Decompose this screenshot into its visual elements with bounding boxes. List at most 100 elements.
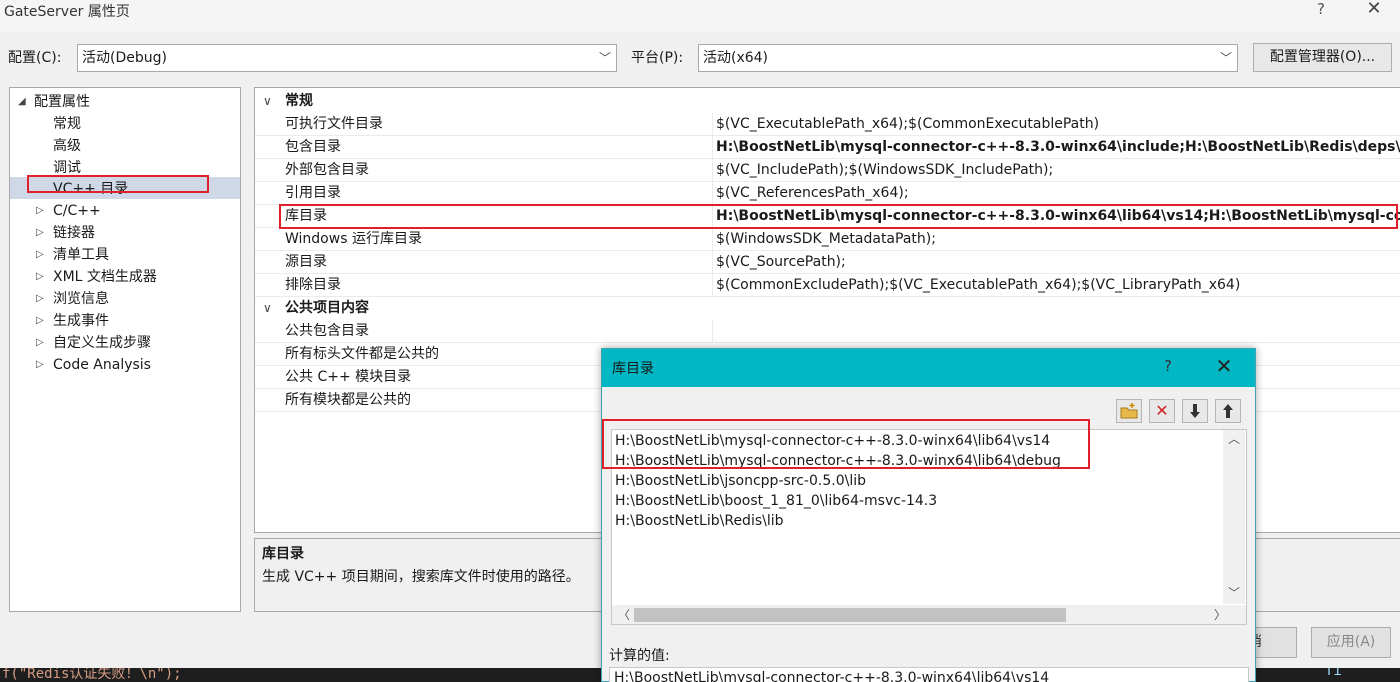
property-value[interactable]: H:\BoostNetLib\mysql-connector-c++-8.3.0… xyxy=(716,136,1400,158)
tree-item-linker[interactable]: 链接器 xyxy=(53,222,95,244)
list-item[interactable]: H:\BoostNetLib\mysql-connector-c++-8.3.0… xyxy=(615,431,1050,451)
tree-item-code-analysis[interactable]: Code Analysis xyxy=(53,354,151,376)
tree-item-build-events[interactable]: 生成事件 xyxy=(53,310,109,332)
column-divider xyxy=(712,274,713,297)
collapsed-triangle-icon[interactable]: ▷ xyxy=(36,354,44,376)
delete-button[interactable]: ✕ xyxy=(1149,399,1175,423)
dialog-title: 库目录 xyxy=(612,361,654,377)
property-value[interactable]: $(WindowsSDK_MetadataPath); xyxy=(716,228,936,250)
chevron-down-icon: ﹀ xyxy=(1219,51,1232,65)
horizontal-scrollbar[interactable]: 〈 〉 xyxy=(612,605,1246,624)
library-directories-dialog: 库目录 ? ✕ ✕ H:\BoostNetLib\mysql-connector… xyxy=(601,348,1256,682)
close-icon[interactable]: ✕ xyxy=(1214,354,1234,378)
editor-code-text: f("Redis认证失败！\n"); xyxy=(2,668,182,682)
property-value[interactable]: $(VC_ReferencesPath_x64); xyxy=(716,182,909,204)
property-row-public-include-dirs[interactable]: 公共包含目录 xyxy=(255,320,1400,343)
collapsed-triangle-icon[interactable]: ▷ xyxy=(36,200,44,222)
config-manager-button[interactable]: 配置管理器(O)... xyxy=(1253,43,1392,72)
chevron-down-icon[interactable]: ∨ xyxy=(263,90,272,112)
config-value: 活动(Debug) xyxy=(82,50,167,66)
tree-item-manifest-tool[interactable]: 清单工具 xyxy=(53,244,109,266)
config-label: 配置(C): xyxy=(8,50,62,66)
new-folder-icon xyxy=(1120,403,1138,419)
column-divider xyxy=(712,205,713,228)
window-title: GateServer 属性页 xyxy=(4,4,130,20)
column-divider xyxy=(712,136,713,159)
collapsed-triangle-icon[interactable]: ▷ xyxy=(36,332,44,354)
property-row-external-include-dirs[interactable]: 外部包含目录 $(VC_IncludePath);$(WindowsSDK_In… xyxy=(255,159,1400,182)
tree-root-config-properties[interactable]: 配置属性 xyxy=(34,91,90,113)
tree-item-xml-doc-generator[interactable]: XML 文档生成器 xyxy=(53,266,157,288)
property-row-library-dirs[interactable]: 库目录 H:\BoostNetLib\mysql-connector-c++-8… xyxy=(255,205,1400,228)
tree-item-debugging[interactable]: 调试 xyxy=(53,157,81,179)
arrow-up-icon xyxy=(1223,404,1233,418)
collapsed-triangle-icon[interactable]: ▷ xyxy=(36,244,44,266)
scroll-down-icon[interactable]: ﹀ xyxy=(1228,584,1240,601)
column-divider xyxy=(712,251,713,274)
category-public-project-content[interactable]: ∨ 公共项目内容 xyxy=(255,297,1400,320)
scrollbar-thumb[interactable] xyxy=(634,608,1066,622)
move-down-button[interactable] xyxy=(1182,399,1208,423)
tree-item-general[interactable]: 常规 xyxy=(53,113,81,135)
property-key: 所有标头文件都是公共的 xyxy=(285,346,439,362)
computed-value-text: H:\BoostNetLib\mysql-connector-c++-8.3.0… xyxy=(614,670,1050,682)
list-item[interactable]: H:\BoostNetLib\mysql-connector-c++-8.3.0… xyxy=(615,451,1061,471)
property-key: 包含目录 xyxy=(285,139,341,155)
list-item[interactable]: H:\BoostNetLib\boost_1_81_0\lib64-msvc-1… xyxy=(615,491,937,511)
property-value[interactable]: $(VC_IncludePath);$(WindowsSDK_IncludePa… xyxy=(716,159,1053,181)
delete-icon: ✕ xyxy=(1155,401,1169,420)
list-item[interactable]: H:\BoostNetLib\jsoncpp-src-0.5.0\lib xyxy=(615,471,866,491)
apply-button[interactable]: 应用(A) xyxy=(1311,627,1391,658)
collapsed-triangle-icon[interactable]: ▷ xyxy=(36,310,44,332)
scroll-right-icon[interactable]: 〉 xyxy=(1214,606,1226,623)
property-key: 引用目录 xyxy=(285,185,341,201)
vertical-scrollbar[interactable]: ︿ ﹀ xyxy=(1223,430,1245,604)
property-row-include-dirs[interactable]: 包含目录 H:\BoostNetLib\mysql-connector-c++-… xyxy=(255,136,1400,159)
property-key: 所有模块都是公共的 xyxy=(285,392,411,408)
property-value[interactable]: $(VC_SourcePath); xyxy=(716,251,846,273)
column-divider xyxy=(712,182,713,205)
directory-list[interactable]: H:\BoostNetLib\mysql-connector-c++-8.3.0… xyxy=(611,429,1247,625)
collapsed-triangle-icon[interactable]: ▷ xyxy=(36,266,44,288)
platform-value: 活动(x64) xyxy=(703,50,769,66)
collapsed-triangle-icon[interactable]: ▷ xyxy=(36,288,44,310)
property-key: 公共包含目录 xyxy=(285,323,369,339)
property-value[interactable]: $(VC_ExecutablePath_x64);$(CommonExecuta… xyxy=(716,113,1099,135)
move-up-button[interactable] xyxy=(1215,399,1241,423)
config-dropdown[interactable]: 活动(Debug) ﹀ xyxy=(77,44,617,72)
property-row-executable-dirs[interactable]: 可执行文件目录 $(VC_ExecutablePath_x64);$(Commo… xyxy=(255,113,1400,136)
chevron-down-icon[interactable]: ∨ xyxy=(263,297,272,319)
category-general[interactable]: ∨ 常规 xyxy=(255,90,1400,113)
tree-item-custom-build-step[interactable]: 自定义生成步骤 xyxy=(53,332,151,354)
collapsed-triangle-icon[interactable]: ▷ xyxy=(36,222,44,244)
property-row-reference-dirs[interactable]: 引用目录 $(VC_ReferencesPath_x64); xyxy=(255,182,1400,205)
computed-value-box: H:\BoostNetLib\mysql-connector-c++-8.3.0… xyxy=(609,667,1249,682)
tree-item-vc-directories[interactable]: VC++ 目录 xyxy=(53,178,128,200)
platform-label: 平台(P): xyxy=(631,50,684,66)
property-value[interactable]: $(CommonExcludePath);$(VC_ExecutablePath… xyxy=(716,274,1240,296)
scroll-up-icon[interactable]: ︿ xyxy=(1228,430,1240,447)
property-key: 源目录 xyxy=(285,254,327,270)
list-item[interactable]: H:\BoostNetLib\Redis\lib xyxy=(615,511,784,531)
close-icon[interactable]: ✕ xyxy=(1365,0,1383,20)
property-row-source-dirs[interactable]: 源目录 $(VC_SourcePath); xyxy=(255,251,1400,274)
tree-item-c-cpp[interactable]: C/C++ xyxy=(53,200,101,222)
property-row-exclude-dirs[interactable]: 排除目录 $(CommonExcludePath);$(VC_Executabl… xyxy=(255,274,1400,297)
property-key: 公共 C++ 模块目录 xyxy=(285,369,412,385)
description-title: 库目录 xyxy=(262,546,304,562)
property-key: 外部包含目录 xyxy=(285,162,369,178)
column-divider xyxy=(712,228,713,251)
help-icon[interactable]: ? xyxy=(1313,0,1329,20)
property-value[interactable]: H:\BoostNetLib\mysql-connector-c++-8.3.0… xyxy=(716,205,1400,227)
property-key: 库目录 xyxy=(285,208,327,224)
computed-value-label: 计算的值: xyxy=(609,648,670,664)
new-folder-button[interactable] xyxy=(1116,399,1142,423)
help-icon[interactable]: ? xyxy=(1160,357,1176,375)
tree-item-advanced[interactable]: 高级 xyxy=(53,135,81,157)
expanded-triangle-icon[interactable]: ◢ xyxy=(18,91,26,113)
platform-dropdown[interactable]: 活动(x64) ﹀ xyxy=(698,44,1238,72)
scroll-left-icon[interactable]: 〈 xyxy=(618,606,630,623)
arrow-down-icon xyxy=(1190,404,1200,418)
property-row-winrt-dirs[interactable]: Windows 运行库目录 $(WindowsSDK_MetadataPath)… xyxy=(255,228,1400,251)
tree-item-browse-info[interactable]: 浏览信息 xyxy=(53,288,109,310)
